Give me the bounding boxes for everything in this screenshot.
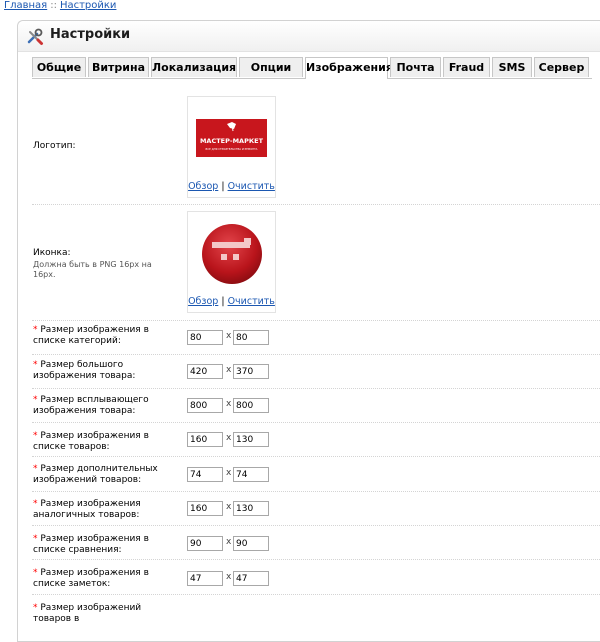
size-label: Размер изображения в списке категорий: xyxy=(33,325,149,346)
settings-heading: Настройки xyxy=(18,21,600,52)
size-label: Размер изображения в списке заметок: xyxy=(33,568,149,589)
width-input[interactable] xyxy=(187,571,223,586)
favicon-image xyxy=(202,224,262,284)
required-mark: * xyxy=(33,325,38,335)
icon-browse-link[interactable]: Обзор xyxy=(188,296,218,307)
breadcrumb-separator: :: xyxy=(50,0,57,11)
times-sign: x xyxy=(226,365,232,375)
tools-icon xyxy=(27,28,43,45)
size-row: * Размер изображения в списке сравнения:… xyxy=(32,525,600,560)
required-mark: * xyxy=(33,534,38,544)
size-row: * Размер изображения в списке товаров: x xyxy=(32,422,600,457)
tab-bar: Общие Витрина Локализация Опции Изображе… xyxy=(32,57,592,79)
required-mark: * xyxy=(33,360,38,370)
size-label: Размер изображения в списке сравнения: xyxy=(33,534,149,555)
icon-image-box: Обзор | Очистить xyxy=(187,211,276,313)
tab-server[interactable]: Сервер xyxy=(534,57,589,77)
tab-options[interactable]: Опции xyxy=(239,57,303,77)
height-input[interactable] xyxy=(233,364,269,379)
tab-images[interactable]: Изображения xyxy=(305,57,393,79)
size-label: Размер дополнительных изображений товаро… xyxy=(33,464,158,485)
icon-row: Иконка: Должна быть в PNG 16px на 16px. xyxy=(32,204,600,321)
width-input[interactable] xyxy=(187,501,223,516)
times-sign: x xyxy=(226,502,232,512)
logo-image-box: МАСТЕР-МАРКЕТ ВСЕ ДЛЯ СТРОИТЕЛЬСТВА И РЕ… xyxy=(187,96,276,198)
tab-sms[interactable]: SMS xyxy=(492,57,532,77)
size-row: * Размер изображения в списке заметок: x xyxy=(32,559,600,595)
logo-browse-link[interactable]: Обзор xyxy=(188,181,218,192)
times-sign: x xyxy=(226,433,232,443)
width-input[interactable] xyxy=(187,330,223,345)
tab-mail[interactable]: Почта xyxy=(390,57,441,77)
height-input[interactable] xyxy=(233,432,269,447)
size-row: * Размер изображения в списке категорий:… xyxy=(32,320,600,355)
height-input[interactable] xyxy=(233,536,269,551)
height-input[interactable] xyxy=(233,571,269,586)
logo-clear-link[interactable]: Очистить xyxy=(228,181,275,192)
logo-row: Логотип: МАСТЕР-МАРКЕТ ВСЕ ДЛЯ СТРОИТЕЛЬ… xyxy=(32,89,600,205)
icon-label-group: Иконка: Должна быть в PNG 16px на 16px. xyxy=(33,248,173,280)
required-mark: * xyxy=(33,395,38,405)
logo-link-separator: | xyxy=(221,181,225,192)
height-input[interactable] xyxy=(233,501,269,516)
width-input[interactable] xyxy=(187,536,223,551)
size-row: * Размер всплывающего изображения товара… xyxy=(32,388,600,423)
icon-label: Иконка: xyxy=(33,248,71,258)
size-label: Размер изображения в списке товаров: xyxy=(33,431,149,452)
icon-clear-link[interactable]: Очистить xyxy=(228,296,275,307)
required-mark: * xyxy=(33,603,38,613)
size-row: * Размер большого изображения товара: x xyxy=(32,354,600,389)
logo-subtitle-text: ВСЕ ДЛЯ СТРОИТЕЛЬСТВА И РЕМОНТА xyxy=(206,147,258,151)
width-input[interactable] xyxy=(187,467,223,482)
required-mark: * xyxy=(33,499,38,509)
logo-image: МАСТЕР-МАРКЕТ ВСЕ ДЛЯ СТРОИТЕЛЬСТВА И РЕ… xyxy=(196,119,267,157)
size-label: Размер изображения аналогичных товаров: xyxy=(33,499,141,520)
size-label: Размер изображений товаров в xyxy=(33,603,142,624)
settings-box: Настройки Общие Витрина Локализация Опци… xyxy=(17,20,600,642)
times-sign: x xyxy=(226,468,232,478)
width-input[interactable] xyxy=(187,364,223,379)
times-sign: x xyxy=(226,537,232,547)
width-input[interactable] xyxy=(187,398,223,413)
height-input[interactable] xyxy=(233,330,269,345)
tab-general[interactable]: Общие xyxy=(32,57,86,77)
page-title: Настройки xyxy=(50,27,131,42)
breadcrumb-current-link[interactable]: Настройки xyxy=(60,0,116,11)
breadcrumb-home-link[interactable]: Главная xyxy=(4,0,47,11)
logo-label: Логотип: xyxy=(33,141,76,151)
tab-localization[interactable]: Локализация xyxy=(151,57,237,77)
size-label: Размер большого изображения товара: xyxy=(33,360,136,381)
breadcrumb: Главная:: Настройки xyxy=(4,0,116,11)
logo-title-text: МАСТЕР-МАРКЕТ xyxy=(200,137,264,145)
logo-links: Обзор | Очистить xyxy=(188,181,275,192)
icon-help-text: Должна быть в PNG 16px на 16px. xyxy=(33,260,152,279)
required-mark: * xyxy=(33,568,38,578)
icon-link-separator: | xyxy=(221,296,225,307)
tab-fraud[interactable]: Fraud xyxy=(443,57,490,77)
tab-storefront[interactable]: Витрина xyxy=(88,57,149,77)
size-row: * Размер изображений товаров в xyxy=(32,594,600,628)
required-mark: * xyxy=(33,431,38,441)
times-sign: x xyxy=(226,572,232,582)
height-input[interactable] xyxy=(233,467,269,482)
icon-links: Обзор | Очистить xyxy=(188,296,275,307)
size-label: Размер всплывающего изображения товара: xyxy=(33,395,149,416)
required-mark: * xyxy=(33,464,38,474)
size-row: * Размер дополнительных изображений това… xyxy=(32,456,600,492)
size-row: * Размер изображения аналогичных товаров… xyxy=(32,491,600,526)
height-input[interactable] xyxy=(233,398,269,413)
times-sign: x xyxy=(226,399,232,409)
width-input[interactable] xyxy=(187,432,223,447)
times-sign: x xyxy=(226,331,232,341)
